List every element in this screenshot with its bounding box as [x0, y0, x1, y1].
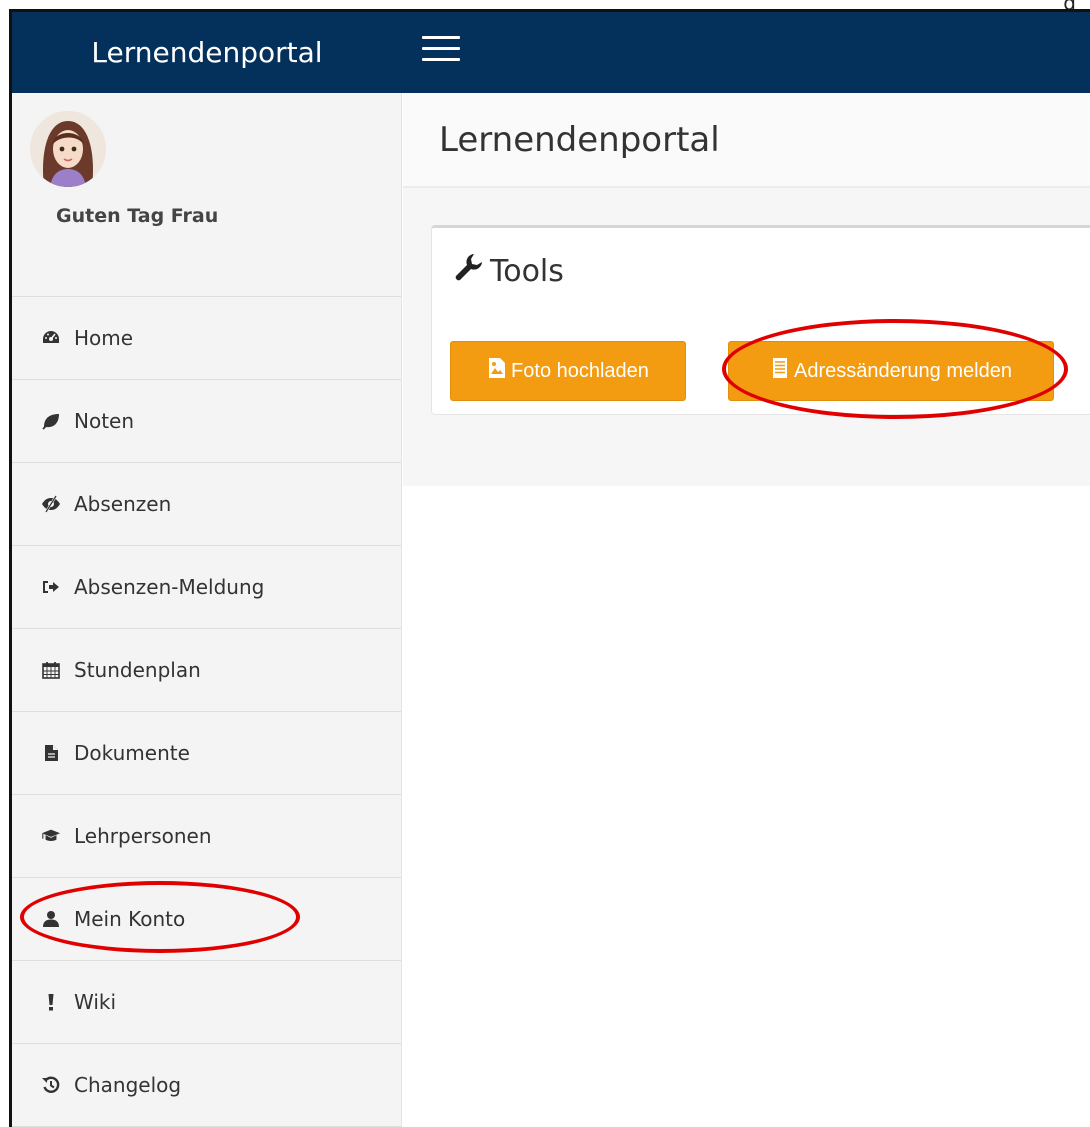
exclamation-icon	[40, 991, 62, 1013]
report-address-change-button[interactable]: Adressänderung melden	[728, 341, 1054, 401]
calendar-icon	[40, 659, 62, 681]
button-label: Adressänderung melden	[794, 359, 1012, 382]
user-icon	[40, 908, 62, 930]
sidebar-item-noten[interactable]: Noten	[12, 380, 401, 463]
sidebar-item-label: Dokumente	[74, 741, 190, 765]
panel-title: Tools	[452, 250, 564, 292]
dashboard-icon	[40, 327, 62, 349]
sidebar-item-absenzen-meldung[interactable]: Absenzen-Meldung	[12, 546, 401, 629]
wrench-icon	[452, 250, 490, 292]
sidebar: Guten Tag Frau Home Noten Absenzen Absen	[12, 93, 402, 1127]
image-file-icon	[487, 357, 511, 385]
panel-title-text: Tools	[490, 253, 564, 289]
sidebar-item-label: Changelog	[74, 1073, 182, 1097]
sidebar-item-label: Wiki	[74, 990, 117, 1014]
eye-slash-icon	[40, 493, 62, 515]
screenshot-frame: Lernendenportal Guten Tag Frau Home Note…	[9, 9, 1090, 1127]
list-file-icon	[770, 357, 794, 385]
sidebar-item-home[interactable]: Home	[12, 297, 401, 380]
sidebar-item-stundenplan[interactable]: Stundenplan	[12, 629, 401, 712]
user-profile: Guten Tag Frau	[12, 93, 401, 297]
tools-panel: Tools Foto hochladen Adressänderung meld…	[431, 225, 1090, 415]
sidebar-item-label: Mein Konto	[74, 907, 186, 931]
sidebar-item-lehrpersonen[interactable]: Lehrpersonen	[12, 795, 401, 878]
graduation-cap-icon	[40, 825, 62, 847]
brand-logo[interactable]: Lernendenportal	[12, 12, 402, 93]
content-header: Lernendenportal	[403, 93, 1090, 188]
sidebar-item-mein-konto[interactable]: Mein Konto	[12, 878, 401, 961]
sidebar-item-label: Stundenplan	[74, 658, 201, 682]
sidebar-item-changelog[interactable]: Changelog	[12, 1044, 401, 1127]
sidebar-item-label: Home	[74, 326, 134, 350]
sidebar-item-absenzen[interactable]: Absenzen	[12, 463, 401, 546]
avatar	[30, 111, 106, 187]
button-label: Foto hochladen	[511, 359, 649, 382]
sidebar-item-wiki[interactable]: Wiki	[12, 961, 401, 1044]
sidebar-item-dokumente[interactable]: Dokumente	[12, 712, 401, 795]
sidebar-item-label: Noten	[74, 409, 135, 433]
history-icon	[40, 1074, 62, 1096]
page-title: Lernendenportal	[439, 119, 720, 160]
top-navbar: Lernendenportal	[12, 12, 1090, 93]
leaf-icon	[40, 410, 62, 432]
upload-photo-button[interactable]: Foto hochladen	[450, 341, 686, 401]
file-icon	[40, 742, 62, 764]
sign-in-icon	[40, 576, 62, 598]
hamburger-icon[interactable]	[422, 36, 460, 68]
sidebar-item-label: Absenzen	[74, 492, 172, 516]
sidebar-item-label: Absenzen-Meldung	[74, 575, 265, 599]
sidebar-item-label: Lehrpersonen	[74, 824, 212, 848]
greeting-text: Guten Tag Frau	[56, 205, 219, 227]
main-content: Lernendenportal Tools Foto hochladen Adr…	[403, 93, 1090, 486]
